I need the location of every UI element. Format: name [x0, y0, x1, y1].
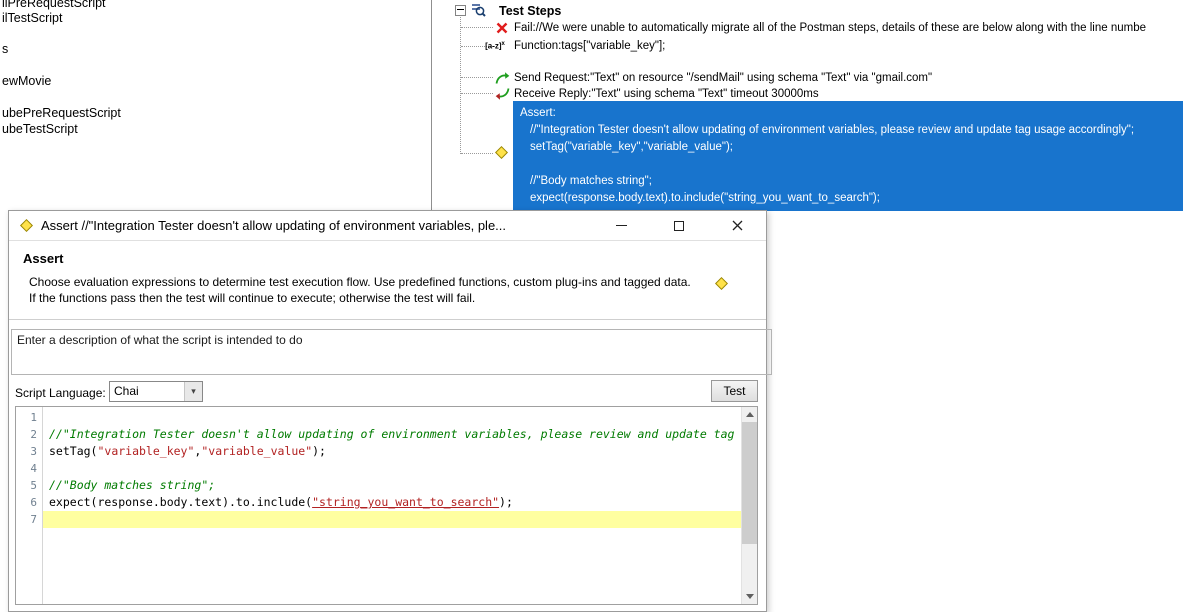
- assert-icon: [495, 146, 508, 164]
- assert-block-line: setTag("variable_key","variable_value");: [520, 139, 1176, 156]
- tree-item[interactable]: ubeTestScript: [2, 122, 78, 136]
- section-title: Assert: [23, 251, 63, 266]
- close-icon: [732, 220, 743, 231]
- dialog-description-line2: If the functions pass then the test will…: [29, 291, 475, 305]
- tree-root-label: Test Steps: [499, 4, 561, 18]
- line-code: //"Body matches string";: [43, 477, 742, 494]
- scroll-up-icon: [746, 412, 754, 417]
- assert-block-line: //"Integration Tester doesn't allow upda…: [520, 122, 1176, 139]
- assert-icon: [20, 219, 33, 232]
- test-step-label: Fail://We were unable to automatically m…: [514, 22, 1146, 34]
- separator: [9, 319, 766, 320]
- test-step-label: Receive Reply:"Text" using schema "Text"…: [514, 88, 819, 100]
- line-code: [43, 511, 742, 528]
- assert-block-line: expect(response.body.text).to.include("s…: [520, 190, 1176, 207]
- editor-line[interactable]: 7: [16, 511, 742, 528]
- dialog-title: Assert //"Integration Tester doesn't all…: [41, 218, 592, 233]
- editor-line[interactable]: 2//"Integration Tester doesn't allow upd…: [16, 426, 742, 443]
- assert-block-line: [520, 156, 1176, 173]
- tree-item[interactable]: ilTestScript: [2, 11, 62, 25]
- scroll-down-button[interactable]: [742, 589, 757, 604]
- script-language-select[interactable]: Chai ▾: [109, 381, 203, 402]
- editor-line[interactable]: 1: [16, 409, 742, 426]
- tree-item[interactable]: s: [2, 42, 8, 56]
- maximize-button[interactable]: [650, 211, 708, 240]
- test-steps-icon: [471, 3, 486, 18]
- test-step-row[interactable]: Send Request:"Text" on resource "/sendMa…: [494, 70, 932, 86]
- line-code: [43, 409, 742, 426]
- line-number: 4: [16, 460, 43, 477]
- test-button[interactable]: Test: [711, 380, 758, 402]
- assert-block-line: Assert:: [520, 105, 1176, 122]
- test-step-row[interactable]: [a-z]x Function:tags["variable_key"];: [494, 38, 665, 54]
- script-language-value: Chai: [110, 382, 184, 401]
- line-number: 6: [16, 494, 43, 511]
- editor-line[interactable]: 6expect(response.body.text).to.include("…: [16, 494, 742, 511]
- assert-block-line: //"Body matches string";: [520, 173, 1176, 190]
- script-language-label: Script Language:: [15, 383, 106, 404]
- editor-lines: 1 2//"Integration Tester doesn't allow u…: [16, 409, 742, 528]
- fail-icon: [494, 22, 510, 34]
- line-code: setTag("variable_key","variable_value");: [43, 443, 742, 460]
- line-number: 1: [16, 409, 43, 426]
- tree-guide-line: [460, 14, 461, 154]
- scroll-up-button[interactable]: [742, 407, 757, 422]
- tree-item[interactable]: ilPreRequestScript: [2, 0, 106, 10]
- assert-icon: [715, 277, 728, 295]
- receive-reply-icon: [494, 87, 510, 101]
- editor-line[interactable]: 4: [16, 460, 742, 477]
- line-number: 3: [16, 443, 43, 460]
- maximize-icon: [674, 221, 684, 231]
- line-number: 2: [16, 426, 43, 443]
- test-step-row[interactable]: Receive Reply:"Text" using schema "Text"…: [494, 86, 819, 102]
- dialog-description-line1: Choose evaluation expressions to determi…: [29, 275, 691, 289]
- collapse-icon[interactable]: [455, 5, 466, 16]
- script-editor[interactable]: 1 2//"Integration Tester doesn't allow u…: [15, 406, 758, 605]
- editor-line[interactable]: 5//"Body matches string";: [16, 477, 742, 494]
- editor-line[interactable]: 3setTag("variable_key","variable_value")…: [16, 443, 742, 460]
- minimize-icon: [616, 225, 627, 226]
- line-code: expect(response.body.text).to.include("s…: [43, 494, 742, 511]
- close-button[interactable]: [708, 211, 766, 240]
- editor-scrollbar[interactable]: [741, 407, 757, 604]
- scrollbar-thumb[interactable]: [742, 422, 757, 544]
- test-step-label: Function:tags["variable_key"];: [514, 40, 665, 52]
- assert-step-block[interactable]: Assert://"Integration Tester doesn't all…: [513, 101, 1183, 211]
- dialog-titlebar[interactable]: Assert //"Integration Tester doesn't all…: [9, 211, 766, 241]
- test-step-row[interactable]: Fail://We were unable to automatically m…: [494, 20, 1146, 36]
- tree-root-test-steps[interactable]: Test Steps: [455, 3, 561, 18]
- send-request-icon: [494, 71, 510, 85]
- chevron-down-icon: ▾: [184, 382, 202, 401]
- assert-dialog: Assert //"Integration Tester doesn't all…: [8, 210, 767, 612]
- line-code: //"Integration Tester doesn't allow upda…: [43, 426, 742, 443]
- line-number: 7: [16, 511, 43, 528]
- function-icon: [a-z]x: [494, 41, 510, 51]
- minimize-button[interactable]: [592, 211, 650, 240]
- test-step-label: Send Request:"Text" on resource "/sendMa…: [514, 72, 932, 84]
- script-description-input[interactable]: Enter a description of what the script i…: [11, 329, 772, 375]
- tree-item[interactable]: ewMovie: [2, 74, 51, 88]
- tree-item[interactable]: ubePreRequestScript: [2, 106, 121, 120]
- line-code: [43, 460, 742, 477]
- line-number: 5: [16, 477, 43, 494]
